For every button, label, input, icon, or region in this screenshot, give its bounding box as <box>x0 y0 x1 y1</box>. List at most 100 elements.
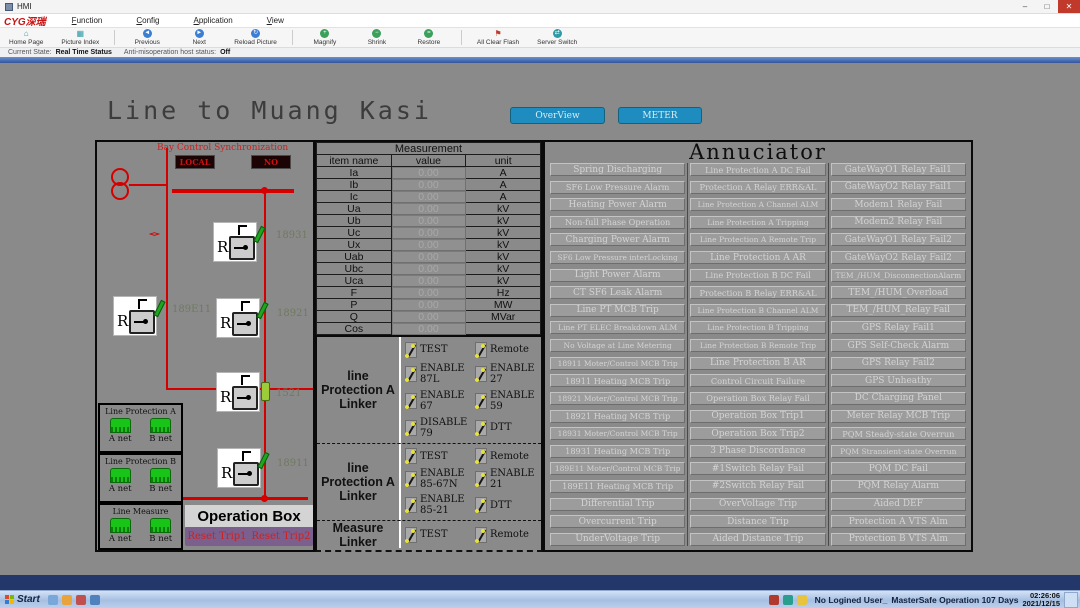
linker-toggle-switch[interactable] <box>405 366 417 382</box>
linker-toggle-switch[interactable] <box>405 342 417 358</box>
annunciator-tile[interactable]: Operation Box Trip2 <box>690 427 825 440</box>
annunciator-tile[interactable]: SF6 Low Pressure Alarm <box>550 181 685 194</box>
annunciator-tile[interactable]: GPS Relay Fail2 <box>831 357 966 370</box>
close-button[interactable]: ✕ <box>1058 0 1080 13</box>
lock-icon[interactable] <box>797 595 807 605</box>
overview-button[interactable]: OverView <box>510 107 605 124</box>
annunciator-tile[interactable]: Light Power Alarm <box>550 269 685 282</box>
annunciator-tile[interactable]: GPS Self-Check Alarm <box>831 339 966 352</box>
annunciator-tile[interactable]: TEM_/HUM_Relay Fail <box>831 304 966 317</box>
annunciator-tile[interactable]: Line Protection B Tripping <box>690 321 825 334</box>
linker-toggle-switch[interactable] <box>475 527 487 543</box>
reload-picture-button[interactable]: ↻Reload Picture <box>234 29 277 46</box>
annunciator-tile[interactable]: No Voltage at Line Metering <box>550 339 685 352</box>
annunciator-tile[interactable]: PQM DC Fail <box>831 462 966 475</box>
annunciator-tile[interactable]: Control Circuit Failure <box>690 374 825 387</box>
annunciator-tile[interactable]: Aided Distance Trip <box>690 533 825 546</box>
annunciator-tile[interactable]: PQM Stransient-state Overrun <box>831 445 966 458</box>
linker-toggle-switch[interactable] <box>405 393 417 409</box>
restore-button[interactable]: =Restore <box>412 29 446 46</box>
annunciator-tile[interactable]: 18931 Heating MCB Trip <box>550 445 685 458</box>
relay-box-18911[interactable]: R <box>217 448 261 488</box>
annunciator-tile[interactable]: Operation Box Relay Fail <box>690 392 825 405</box>
annunciator-tile[interactable]: Spring Discharging <box>550 163 685 176</box>
annunciator-tile[interactable]: Aided DEF <box>831 498 966 511</box>
annunciator-tile[interactable]: 18931 Moter/Control MCB Trip <box>550 427 685 440</box>
magnify-button[interactable]: +Magnify <box>308 29 342 46</box>
annunciator-tile[interactable]: GPS Relay Fail1 <box>831 321 966 334</box>
picture-index-button[interactable]: ▦Picture Index <box>61 29 99 46</box>
annunciator-tile[interactable]: Heating Power Alarm <box>550 198 685 211</box>
annunciator-tile[interactable]: Overcurrent Trip <box>550 515 685 528</box>
annunciator-tile[interactable]: #2Switch Relay Fail <box>690 480 825 493</box>
messenger-icon[interactable] <box>48 595 58 605</box>
annunciator-tile[interactable]: GPS Unheathy <box>831 374 966 387</box>
linker-toggle-switch[interactable] <box>475 420 487 436</box>
menu-view[interactable]: View <box>267 16 284 25</box>
annunciator-tile[interactable]: GateWayO2 Relay Fail1 <box>831 181 966 194</box>
linker-toggle-switch[interactable] <box>475 497 487 513</box>
network-icon[interactable] <box>783 595 793 605</box>
annunciator-tile[interactable]: Operation Box Trip1 <box>690 410 825 423</box>
annunciator-tile[interactable]: Meter Relay MCB Trip <box>831 410 966 423</box>
linker-toggle-switch[interactable] <box>475 471 487 487</box>
annunciator-tile[interactable]: 18921 Heating MCB Trip <box>550 410 685 423</box>
annunciator-tile[interactable]: GateWayO1 Relay Fail2 <box>831 233 966 246</box>
annunciator-tile[interactable]: Non-full Phase Operation <box>550 216 685 229</box>
next-button[interactable]: ►Next <box>182 29 216 46</box>
meter-button[interactable]: METER <box>618 107 702 124</box>
reset-trip2-button[interactable]: Reset Trip2 <box>251 531 310 542</box>
linker-toggle-switch[interactable] <box>405 527 417 543</box>
annunciator-tile[interactable]: PQM Steady-state Overrun <box>831 427 966 440</box>
annunciator-tile[interactable]: Distance Trip <box>690 515 825 528</box>
relay-box-1521[interactable]: R <box>216 372 260 412</box>
server-switch-button[interactable]: ⇄Server Switch <box>537 29 577 46</box>
annunciator-tile[interactable]: OverVoltage Trip <box>690 498 825 511</box>
annunciator-tile[interactable]: Line Protection A AR <box>690 251 825 264</box>
annunciator-tile[interactable]: Protection A VTS Alm <box>831 515 966 528</box>
home-page-button[interactable]: ⌂Home Page <box>9 29 43 46</box>
annunciator-tile[interactable]: Charging Power Alarm <box>550 233 685 246</box>
annunciator-tile[interactable]: 18911 Heating MCB Trip <box>550 374 685 387</box>
shrink-button[interactable]: −Shrink <box>360 29 394 46</box>
shield-icon[interactable] <box>76 595 86 605</box>
menu-application[interactable]: Application <box>194 16 233 25</box>
annunciator-tile[interactable]: Modem1 Relay Fail <box>831 198 966 211</box>
annunciator-tile[interactable]: SF6 Low Pressure interLocking <box>550 251 685 264</box>
annunciator-tile[interactable]: GateWayO1 Relay Fail1 <box>831 163 966 176</box>
annunciator-tile[interactable]: #1Switch Relay Fail <box>690 462 825 475</box>
annunciator-tile[interactable]: Protection B Relay ERR&AL <box>690 286 825 299</box>
annunciator-tile[interactable]: TEM_/HUM_Overload <box>831 286 966 299</box>
reset-trip1-button[interactable]: Reset Trip1 <box>187 531 246 542</box>
annunciator-tile[interactable]: Line Protection A Remote Trip <box>690 233 825 246</box>
linker-toggle-switch[interactable] <box>475 366 487 382</box>
menu-config[interactable]: Config <box>136 16 159 25</box>
menu-function[interactable]: Function <box>72 16 103 25</box>
annunciator-tile[interactable]: 3 Phase Discordance <box>690 445 825 458</box>
annunciator-tile[interactable]: GateWayO2 Relay Fail2 <box>831 251 966 264</box>
annunciator-tile[interactable]: Line PT ELEC Breakdown ALM <box>550 321 685 334</box>
display-icon[interactable] <box>90 595 100 605</box>
annunciator-tile[interactable]: Line Protection A DC Fail <box>690 163 825 176</box>
alarm-icon[interactable] <box>769 595 779 605</box>
annunciator-tile[interactable]: DC Charging Panel <box>831 392 966 405</box>
linker-toggle-switch[interactable] <box>405 471 417 487</box>
minimize-button[interactable]: – <box>1014 0 1036 13</box>
annunciator-tile[interactable]: PQM Relay Alarm <box>831 480 966 493</box>
annunciator-tile[interactable]: 18911 Moter/Control MCB Trip <box>550 357 685 370</box>
maximize-button[interactable]: □ <box>1036 0 1058 13</box>
annunciator-tile[interactable]: Line PT MCB Trip <box>550 304 685 317</box>
linker-toggle-switch[interactable] <box>405 497 417 513</box>
annunciator-tile[interactable]: Line Protection A Tripping <box>690 216 825 229</box>
annunciator-tile[interactable]: Line Protection A Channel ALM <box>690 198 825 211</box>
annunciator-tile[interactable]: Protection B VTS Alm <box>831 533 966 546</box>
annunciator-tile[interactable]: Protection A Relay ERR&AL <box>690 181 825 194</box>
annunciator-tile[interactable]: CT SF6 Leak Alarm <box>550 286 685 299</box>
relay-box-18921[interactable]: R <box>216 298 260 338</box>
annunciator-tile[interactable]: 18921 Moter/Control MCB Trip <box>550 392 685 405</box>
annunciator-tile[interactable]: 189E11 Moter/Control MCB Trip <box>550 462 685 475</box>
show-desktop-button[interactable] <box>1064 592 1078 608</box>
annunciator-tile[interactable]: Line Protection B Channel ALM <box>690 304 825 317</box>
start-button[interactable]: Start <box>0 591 48 608</box>
annunciator-tile[interactable]: Differential Trip <box>550 498 685 511</box>
